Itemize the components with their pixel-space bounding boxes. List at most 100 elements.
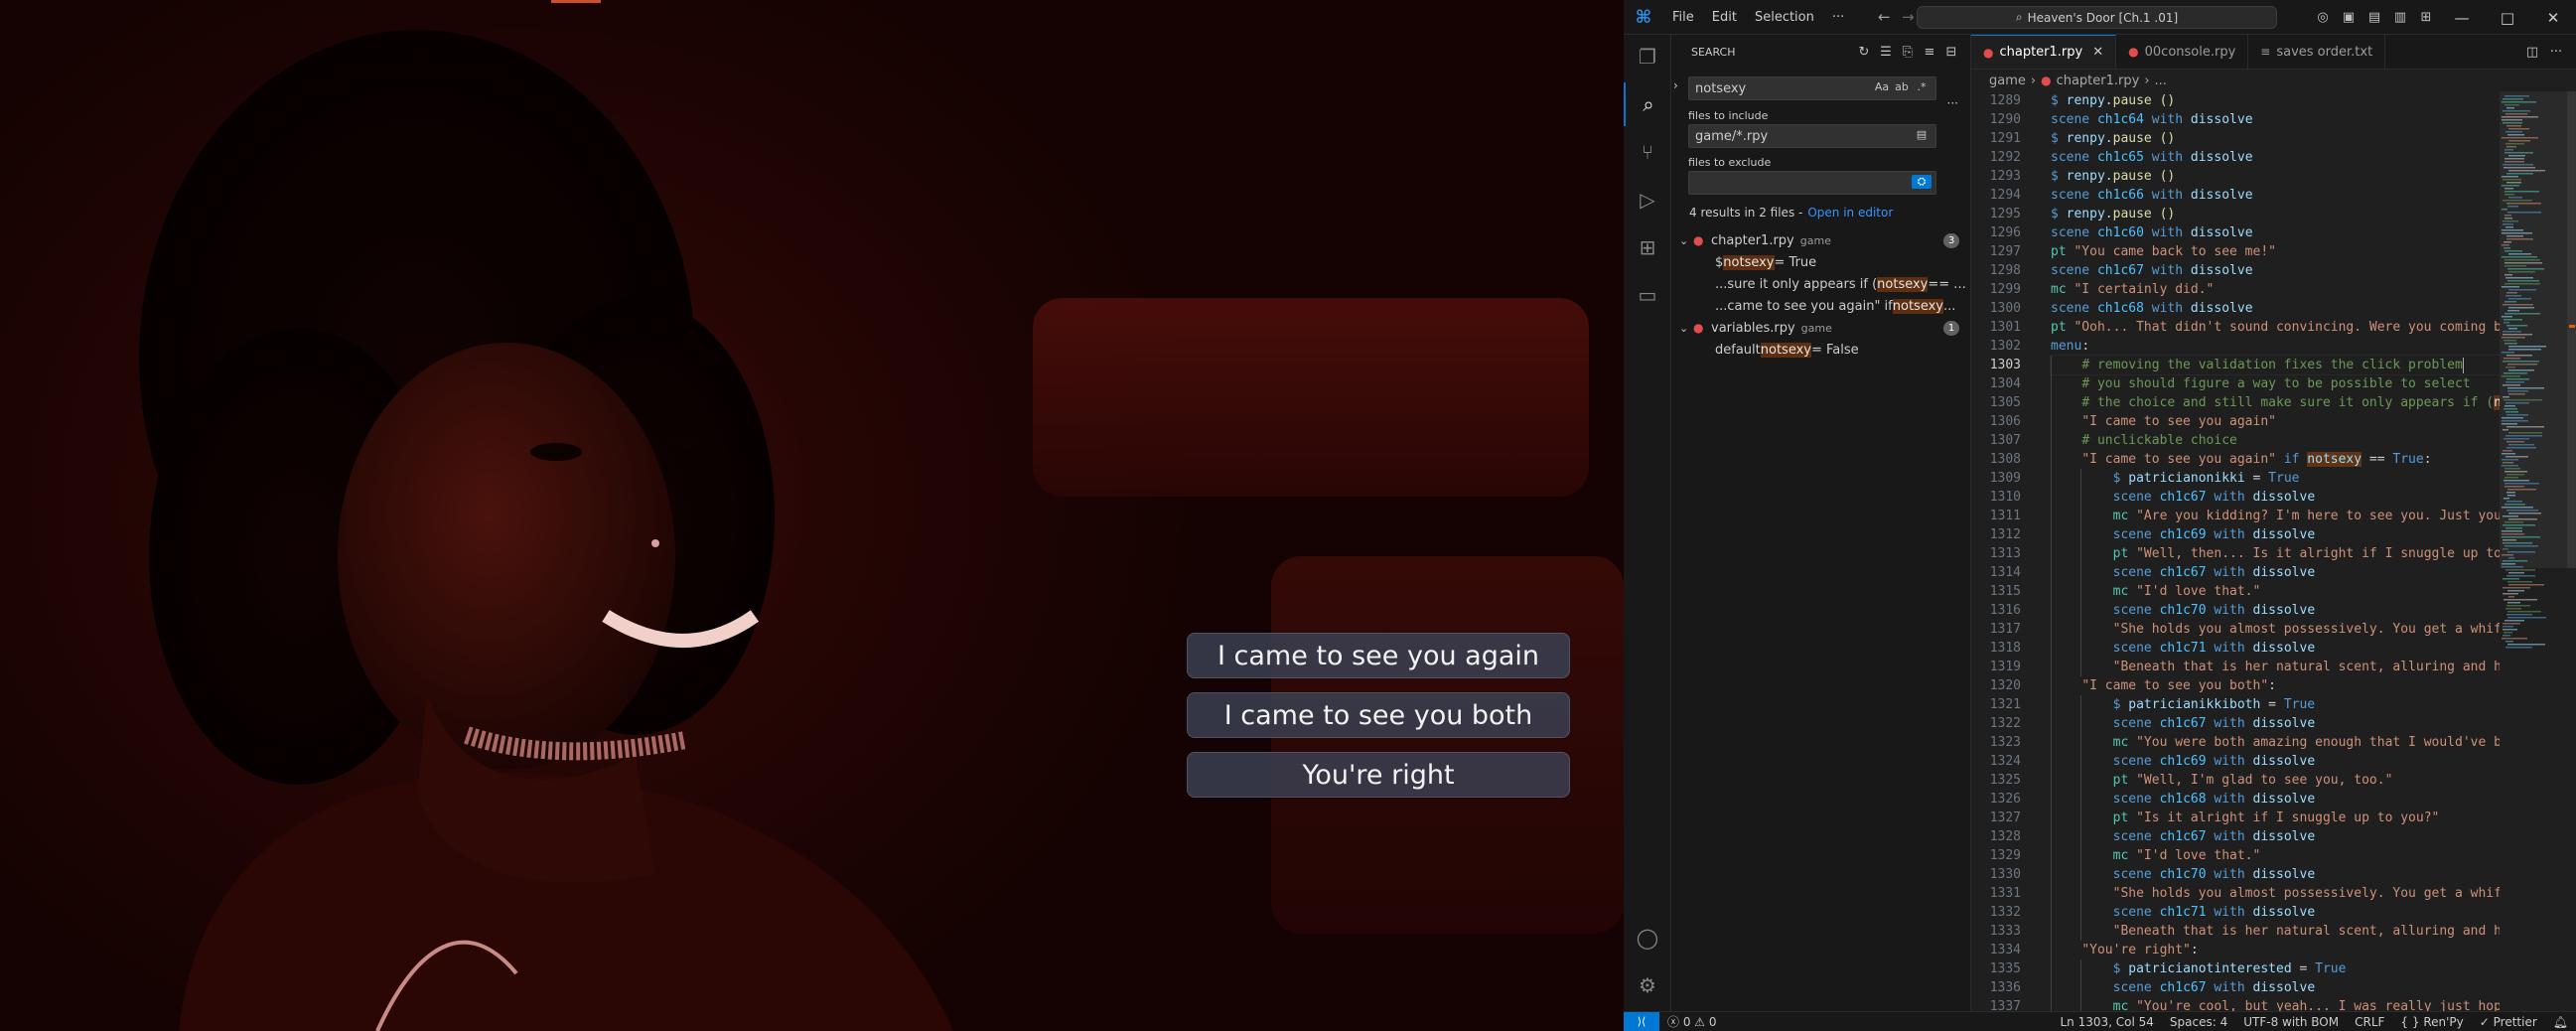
code-line[interactable]: pt "Well, then... Is it alright if I snu… xyxy=(2051,544,2500,563)
menu-edit[interactable]: Edit xyxy=(1703,10,1746,25)
code-line[interactable]: mc "I'd love that." xyxy=(2051,846,2500,865)
code-line[interactable]: # you should figure a way to be possible… xyxy=(2051,374,2500,393)
cursor-position[interactable]: Ln 1303, Col 54 xyxy=(2052,1015,2161,1029)
code-line[interactable]: "She holds you almost possessively. You … xyxy=(2051,884,2500,903)
forward-arrow-icon[interactable]: → xyxy=(1902,8,1915,26)
code-line[interactable]: "She holds you almost possessively. You … xyxy=(2051,620,2500,639)
result-match[interactable]: ...came to see you again" if notsexy ... xyxy=(1671,295,1971,317)
tab-chapter1[interactable]: ● chapter1.rpy ✕ xyxy=(1971,35,2117,69)
close-tab-icon[interactable]: ✕ xyxy=(2092,45,2103,60)
editor-scrollbar[interactable] xyxy=(2567,91,2576,1011)
end-of-line[interactable]: CRLF xyxy=(2347,1015,2392,1029)
code-line[interactable]: scene ch1c71 with dissolve xyxy=(2051,639,2500,658)
encoding[interactable]: UTF-8 with BOM xyxy=(2235,1015,2347,1029)
result-match[interactable]: ...sure it only appears if (notsexy == .… xyxy=(1671,273,1971,295)
code-line[interactable]: scene ch1c67 with dissolve xyxy=(2051,714,2500,733)
open-in-editor-link[interactable]: Open in editor xyxy=(1807,206,1893,220)
refresh-icon[interactable]: ↻ xyxy=(1853,45,1875,60)
result-file-variables[interactable]: ⌄ ● variables.rpy game 1 xyxy=(1671,317,1971,339)
source-control-icon[interactable]: ⑂ xyxy=(1624,130,1671,174)
code-line[interactable]: scene ch1c67 with dissolve xyxy=(2051,827,2500,846)
more-actions-icon[interactable]: ··· xyxy=(2544,45,2568,60)
code-line[interactable]: scene ch1c68 with dissolve xyxy=(2051,790,2500,809)
problems-indicator[interactable]: ⓧ 0 ⚠ 0 xyxy=(1659,1013,1724,1030)
code-line[interactable]: $ renpy.pause () xyxy=(2051,91,2500,110)
explorer-icon[interactable]: ❐ xyxy=(1624,35,1671,78)
code-line[interactable]: "Beneath that is her natural scent, allu… xyxy=(2051,922,2500,941)
notifications-bell-icon[interactable]: 🔔︎ xyxy=(2545,1015,2576,1029)
extensions-icon[interactable]: ⊞ xyxy=(1624,225,1671,269)
prettier-status[interactable]: ✓ Prettier xyxy=(2472,1015,2545,1029)
toggle-secondary-sidebar-icon[interactable]: ▥ xyxy=(2387,10,2413,25)
search-view-icon[interactable]: ⌕ xyxy=(1624,82,1671,126)
files-to-include-input[interactable]: game/*.rpy ▤ xyxy=(1688,124,1936,148)
choice-youre-right[interactable]: You're right xyxy=(1187,752,1570,798)
menu-more[interactable]: ··· xyxy=(1823,10,1853,25)
scrollbar-thumb[interactable] xyxy=(2567,91,2576,568)
code-line[interactable]: scene ch1c67 with dissolve xyxy=(2051,978,2500,997)
code-line[interactable]: $ patricianikkiboth = True xyxy=(2051,695,2500,714)
code-line[interactable]: scene ch1c70 with dissolve xyxy=(2051,601,2500,620)
menu-file[interactable]: File xyxy=(1663,10,1703,25)
run-debug-icon[interactable]: ▷ xyxy=(1624,178,1671,221)
split-editor-icon[interactable]: ◫ xyxy=(2520,45,2544,60)
code-line[interactable]: "I came to see you again" xyxy=(2051,412,2500,431)
toggle-panel-icon[interactable]: ▤ xyxy=(2361,10,2387,25)
code-editor[interactable]: 1289 1290 1291 1292 1293 1294 1295 1296 1297 1298… xyxy=(1971,91,2500,1011)
copilot-icon[interactable]: ◎ xyxy=(2310,10,2336,25)
choice-came-to-see-you-again[interactable]: I came to see you again xyxy=(1187,633,1570,678)
code-line[interactable]: scene ch1c65 with dissolve xyxy=(2051,148,2500,167)
code-line[interactable]: mc "I certainly did." xyxy=(2051,280,2500,299)
breadcrumb-symbol[interactable]: ... xyxy=(2155,74,2167,88)
use-regex-toggle[interactable]: .* xyxy=(1912,80,1932,93)
tab-00console[interactable]: ● 00console.rpy xyxy=(2116,35,2249,69)
code-line[interactable]: $ patricianonikki = True xyxy=(2051,469,2500,488)
search-input[interactable]: notsexy Aa ab .* xyxy=(1688,76,1936,100)
code-line[interactable]: scene ch1c70 with dissolve xyxy=(2051,865,2500,884)
code-line[interactable]: pt "Well, I'm glad to see you, too." xyxy=(2051,771,2500,790)
code-line[interactable]: scene ch1c71 with dissolve xyxy=(2051,903,2500,922)
result-match[interactable]: default notsexy = False xyxy=(1671,339,1971,361)
code-line[interactable]: pt "You came back to see me!" xyxy=(2051,242,2500,261)
code-line[interactable]: "I came to see you again" if notsexy == … xyxy=(2051,450,2500,469)
breadcrumb-file[interactable]: chapter1.rpy xyxy=(2057,74,2140,88)
close-button[interactable]: ✕ xyxy=(2530,9,2576,27)
code-lines[interactable]: $ renpy.pause () scene ch1c64 with dissol… xyxy=(2050,91,2500,1011)
files-to-exclude-input[interactable]: ⛭ xyxy=(1688,171,1936,195)
clear-results-icon[interactable]: ☰ xyxy=(1875,45,1897,60)
code-line[interactable]: # removing the validation fixes the clic… xyxy=(2050,355,2500,375)
only-open-editors-icon[interactable]: ▤ xyxy=(1912,128,1932,141)
remote-indicator-icon[interactable]: ⟩⟨ xyxy=(1624,1011,1659,1031)
settings-gear-icon[interactable]: ⚙ xyxy=(1624,963,1671,1007)
maximize-button[interactable]: □ xyxy=(2485,9,2530,27)
code-line[interactable]: $ renpy.pause () xyxy=(2051,129,2500,148)
code-line[interactable]: scene ch1c67 with dissolve xyxy=(2051,563,2500,582)
code-line[interactable]: mc "You're cool, but yeah... I was reall… xyxy=(2051,997,2500,1011)
code-line[interactable]: scene ch1c64 with dissolve xyxy=(2051,110,2500,129)
indentation[interactable]: Spaces: 4 xyxy=(2162,1015,2235,1029)
toggle-primary-sidebar-icon[interactable]: ▣ xyxy=(2336,10,2361,25)
code-line[interactable]: menu: xyxy=(2051,337,2500,356)
choice-came-to-see-you-both[interactable]: I came to see you both xyxy=(1187,692,1570,738)
breadcrumb-folder[interactable]: game xyxy=(1989,74,2026,88)
code-line[interactable]: # unclickable choice xyxy=(2051,431,2500,450)
code-line[interactable]: $ patricianotinterested = True xyxy=(2051,959,2500,978)
match-whole-word-toggle[interactable]: ab xyxy=(1892,80,1912,93)
collapse-all-icon[interactable]: ⊟ xyxy=(1940,45,1962,60)
code-line[interactable]: scene ch1c68 with dissolve xyxy=(2051,299,2500,318)
code-line[interactable]: scene ch1c60 with dissolve xyxy=(2051,223,2500,242)
code-line[interactable]: "I came to see you both": xyxy=(2051,676,2500,695)
code-line[interactable]: # the choice and still make sure it only… xyxy=(2051,393,2500,412)
use-exclude-settings-icon[interactable]: ⛭ xyxy=(1912,175,1932,189)
code-line[interactable]: mc "You were both amazing enough that I … xyxy=(2051,733,2500,752)
minimap[interactable] xyxy=(2500,91,2567,1011)
menu-selection[interactable]: Selection xyxy=(1746,10,1823,25)
code-line[interactable]: scene ch1c67 with dissolve xyxy=(2051,488,2500,507)
code-line[interactable]: mc "Are you kidding? I'm here to see you… xyxy=(2051,507,2500,525)
back-arrow-icon[interactable]: ← xyxy=(1878,8,1891,26)
code-line[interactable]: $ renpy.pause () xyxy=(2051,205,2500,223)
remote-explorer-icon[interactable]: ▭ xyxy=(1624,273,1671,317)
code-line[interactable]: scene ch1c69 with dissolve xyxy=(2051,752,2500,771)
code-line[interactable]: "You're right": xyxy=(2051,941,2500,959)
language-mode[interactable]: { } Ren'Py xyxy=(2392,1015,2471,1029)
